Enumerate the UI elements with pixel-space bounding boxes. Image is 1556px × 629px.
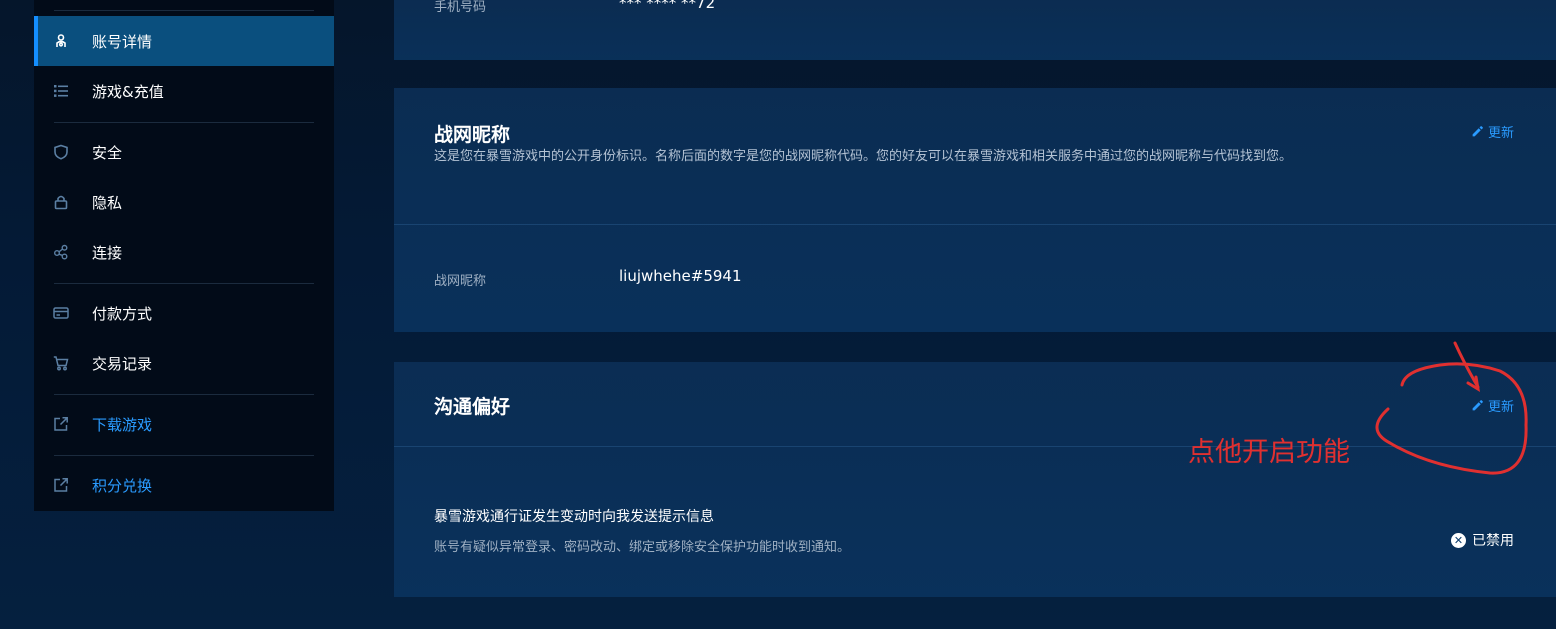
sidebar-divider [54,455,314,456]
sidebar-item-privacy[interactable]: 隐私 [34,177,334,227]
status-label: 已禁用 [1472,533,1514,549]
battletag-field-value: liujwhehe#5941 [619,267,742,285]
phone-card: 手机号码 *** **** **72 [394,0,1556,60]
sidebar-item-label: 积分兑换 [92,476,153,495]
share-icon [52,243,70,261]
sidebar-item-payment-methods[interactable]: 付款方式 [34,288,334,338]
sidebar-item-label: 安全 [92,143,123,162]
lock-icon [52,193,70,211]
close-circle-icon: ✕ [1451,532,1466,548]
sidebar-item-label: 游戏&充值 [92,82,164,101]
battletag-description: 这是您在暴雪游戏中的公开身份标识。名称后面的数字是您的战网昵称代码。您的好友可以… [434,149,1293,164]
list-icon [52,82,70,100]
external-link-icon [52,415,70,433]
shield-icon [52,143,70,161]
sidebar-item-label: 下载游戏 [92,415,153,434]
sidebar-divider [54,283,314,284]
sidebar-item-games-recharge[interactable]: 游戏&充值 [34,66,334,116]
sidebar-item-security[interactable]: 安全 [34,127,334,177]
sidebar-item-points-redeem[interactable]: 积分兑换 [34,460,334,510]
annotation-circle-arrow [1375,341,1528,475]
sidebar-item-transactions[interactable]: 交易记录 [34,338,334,388]
preference-description: 账号有疑似异常登录、密码改动、绑定或移除安全保护功能时收到通知。 [434,540,851,555]
sidebar-item-label: 隐私 [92,193,123,212]
sidebar-item-download-games[interactable]: 下载游戏 [34,399,334,449]
pencil-icon [1472,126,1483,137]
sidebar-item-connections[interactable]: 连接 [34,227,334,277]
cart-icon [52,354,70,372]
battletag-title: 战网昵称 [434,124,511,146]
communication-title: 沟通偏好 [434,396,511,418]
sidebar-item-label: 交易记录 [92,354,153,373]
phone-value: *** **** **72 [619,0,716,12]
sidebar-item-label: 账号详情 [92,32,153,51]
sidebar-item-account-details[interactable]: 账号详情 [34,16,334,66]
sidebar-divider [54,394,314,395]
section-divider [394,224,1556,225]
sidebar-divider [54,122,314,123]
battletag-card: 战网昵称 这是您在暴雪游戏中的公开身份标识。名称后面的数字是您的战网昵称代码。您… [394,88,1556,332]
user-icon [52,32,70,50]
sidebar-item-label: 付款方式 [92,304,153,323]
sidebar: 账号详情 游戏&充值 安全 隐私 连接 付款方式 交易记录 下载游戏 积分兑换 [34,0,334,511]
sidebar-item-label: 连接 [92,243,123,262]
phone-label: 手机号码 [434,0,487,15]
sidebar-divider [54,10,314,11]
preference-status: ✕ 已禁用 [1451,530,1514,550]
update-label: 更新 [1487,126,1514,141]
battletag-update-button[interactable]: 更新 [1471,122,1514,141]
external-link-icon [52,476,70,494]
preference-title: 暴雪游戏通行证发生变动时向我发送提示信息 [434,509,714,525]
card-icon [52,304,70,322]
annotation-text: 点他开启功能 [1188,437,1350,468]
battletag-field-label: 战网昵称 [434,274,487,289]
